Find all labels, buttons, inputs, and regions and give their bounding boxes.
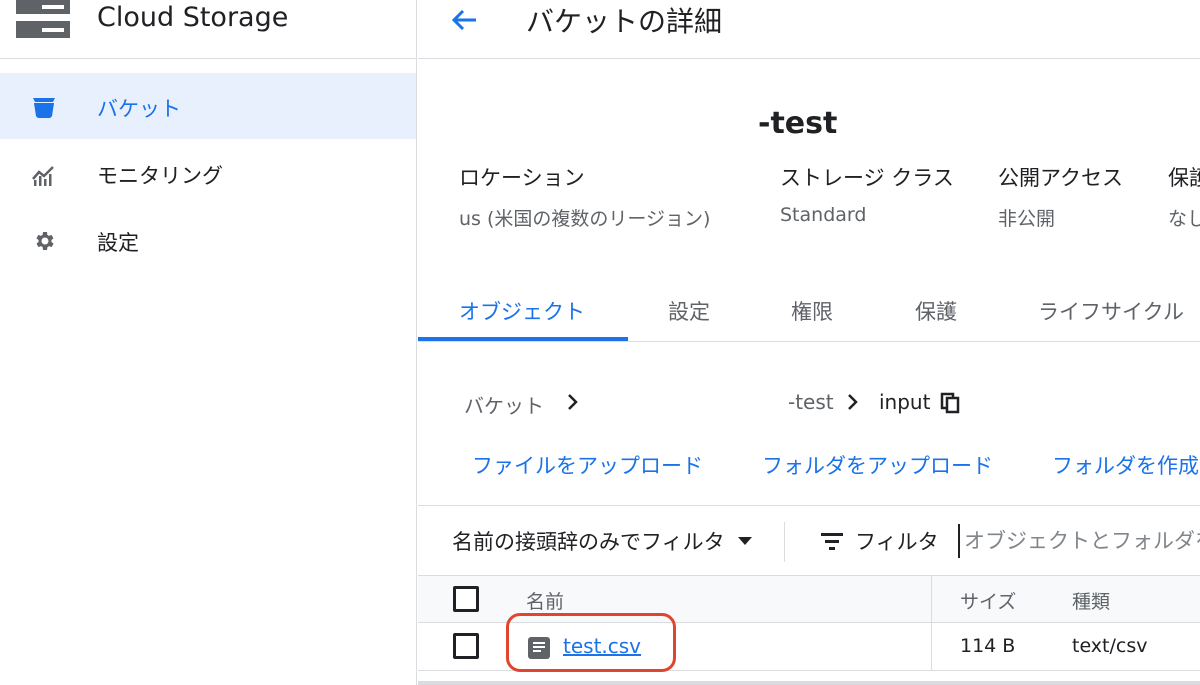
upload-file-button[interactable]: ファイルをアップロード [472,450,703,480]
monitoring-icon [30,161,58,189]
meta-location: ロケーション us (米国の複数のリージョン) [459,162,710,231]
table-header: 名前 サイズ 種類 [418,575,1200,623]
caret-down-icon[interactable] [738,537,752,545]
column-header-name[interactable]: 名前 [526,587,564,614]
copy-icon[interactable] [940,392,960,414]
meta-protection: 保護 なし [1168,162,1200,231]
page-title: バケットの詳細 [526,5,723,38]
sidebar-header: Cloud Storage [0,0,416,59]
storage-logo-icon [16,0,70,38]
breadcrumb-folder: input [879,390,931,414]
file-icon [528,637,550,659]
back-arrow-icon[interactable] [448,4,480,36]
upload-folder-button[interactable]: フォルダをアップロード [762,450,993,480]
tab-settings[interactable]: 設定 [668,296,710,326]
horizontal-scrollbar[interactable] [418,681,1200,685]
prefix-filter-dropdown[interactable]: 名前の接頭辞のみでフィルタ [452,526,725,556]
file-size: 114 B [960,635,1016,657]
main-panel: バケットの詳細 -test ロケーション us (米国の複数のリージョン) スト… [418,0,1200,685]
app-title: Cloud Storage [97,2,289,33]
sidebar-item-label: 設定 [97,231,139,255]
meta-key: 公開アクセス [998,166,1123,190]
meta-value: us (米国の複数のリージョン) [459,208,711,230]
meta-key: ロケーション [459,166,585,190]
column-separator [931,575,932,671]
divider [784,522,785,562]
table-row: test.csv 114 B text/csv [418,623,1200,671]
chevron-right-icon [566,392,580,412]
breadcrumb-root[interactable]: バケット [464,390,544,419]
tab-active-indicator [418,337,628,341]
bucket-name: -test [758,106,838,141]
sidebar-item-label: バケット [97,97,181,121]
meta-public-access: 公開アクセス 非公開 [998,162,1123,231]
sidebar-item-settings[interactable]: 設定 [0,207,416,273]
meta-value: 非公開 [998,208,1056,230]
select-all-checkbox[interactable] [453,586,479,612]
filter-bar: 名前の接頭辞のみでフィルタ フィルタ [418,505,1200,575]
tab-lifecycle[interactable]: ライフサイクル [1038,296,1184,326]
tab-objects[interactable]: オブジェクト [459,296,585,326]
sidebar-item-monitoring[interactable]: モニタリング [0,140,416,206]
meta-value: Standard [780,204,867,226]
create-folder-button[interactable]: フォルダを作成 [1052,450,1199,480]
filter-icon[interactable] [820,531,844,551]
sidebar-item-label: モニタリング [97,164,223,188]
column-header-size[interactable]: サイズ [960,587,1016,614]
chevron-right-icon [846,392,860,412]
gear-icon [30,227,58,255]
column-header-type[interactable]: 種類 [1072,587,1110,614]
tab-protection[interactable]: 保護 [915,296,957,326]
breadcrumb-bucket[interactable]: -test [788,390,834,414]
object-filter-input[interactable] [958,524,1200,558]
meta-key: 保護 [1168,166,1200,190]
file-name-link[interactable]: test.csv [563,634,641,658]
bucket-icon [30,92,58,120]
row-checkbox[interactable] [453,633,479,659]
filter-label[interactable]: フィルタ [855,526,939,556]
meta-storage-class: ストレージ クラス Standard [780,162,954,226]
tab-bar: オブジェクト 設定 権限 保護 ライフサイクル [418,280,1200,342]
sidebar-item-buckets[interactable]: バケット [0,73,416,139]
file-type: text/csv [1072,635,1148,657]
tab-permissions[interactable]: 権限 [791,296,833,326]
sidebar: Cloud Storage バケット モニタリング 設定 [0,0,417,685]
main-header: バケットの詳細 [418,0,1200,59]
meta-value: なし [1168,208,1200,230]
meta-key: ストレージ クラス [780,166,954,190]
